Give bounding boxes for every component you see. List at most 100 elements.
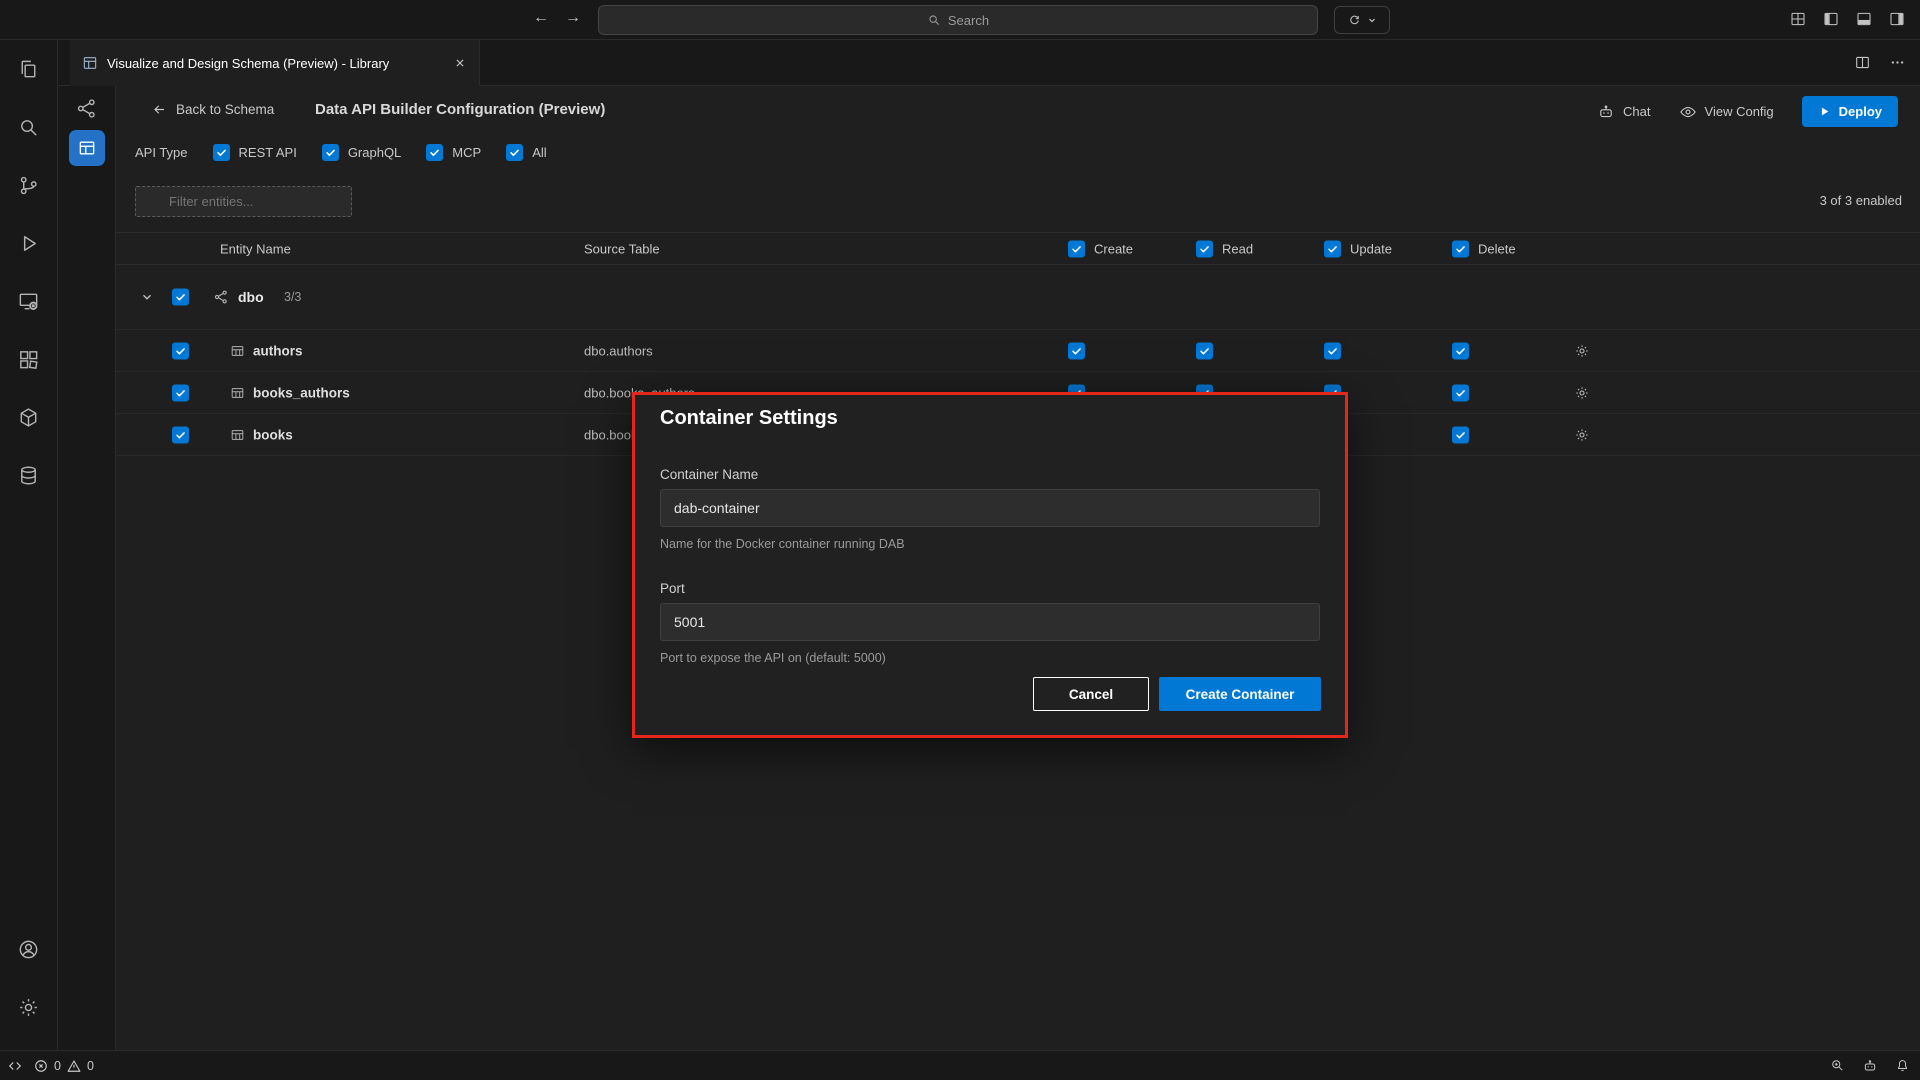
entity-settings-gear-icon[interactable]	[1574, 427, 1590, 443]
schema-icon	[213, 289, 229, 305]
warning-count: 0	[87, 1059, 94, 1073]
all-label: All	[532, 145, 546, 160]
run-debug-icon[interactable]	[6, 220, 52, 267]
zoom-icon[interactable]	[1830, 1058, 1845, 1073]
cube-icon[interactable]	[6, 394, 52, 441]
vscode-window: ← → Search Visualize and Design Schema (…	[0, 0, 1920, 1080]
filter-entities-input[interactable]	[135, 186, 352, 217]
table-design-icon	[77, 138, 97, 158]
schema-group-row[interactable]: dbo 3/3	[116, 265, 1920, 329]
panel-right-icon[interactable]	[1888, 10, 1906, 28]
api-type-row: API Type REST API GraphQL MCP All	[135, 144, 547, 161]
read-checkbox[interactable]	[1196, 342, 1213, 359]
container-name-label: Container Name	[660, 467, 758, 482]
cancel-button[interactable]: Cancel	[1033, 677, 1149, 711]
back-to-schema-link[interactable]: Back to Schema	[152, 102, 274, 117]
mcp-label: MCP	[452, 145, 481, 160]
container-name-input[interactable]	[660, 489, 1320, 527]
deploy-label: Deploy	[1839, 104, 1882, 119]
entity-settings-gear-icon[interactable]	[1574, 385, 1590, 401]
row-checkbox[interactable]	[172, 426, 189, 443]
row-checkbox[interactable]	[172, 384, 189, 401]
entity-name: books	[253, 427, 293, 442]
database-icon[interactable]	[6, 452, 52, 499]
tab-visualize-design-schema[interactable]: Visualize and Design Schema (Preview) - …	[70, 40, 480, 86]
more-actions-icon[interactable]	[1889, 54, 1906, 71]
layout-grid-icon[interactable]	[1789, 10, 1807, 28]
chat-icon	[1597, 103, 1615, 121]
column-source-table: Source Table	[584, 241, 660, 256]
update-all-checkbox[interactable]	[1324, 240, 1341, 257]
table-design-tool[interactable]	[69, 130, 105, 166]
graphql-option[interactable]: GraphQL	[322, 144, 401, 161]
create-container-button[interactable]: Create Container	[1159, 677, 1321, 711]
rest-api-option[interactable]: REST API	[213, 144, 297, 161]
view-config-button[interactable]: View Config	[1679, 103, 1774, 121]
entity-settings-gear-icon[interactable]	[1574, 343, 1590, 359]
error-count: 0	[54, 1059, 61, 1073]
dialog-title: Container Settings	[660, 407, 838, 430]
extensions-icon[interactable]	[6, 336, 52, 383]
row-checkbox[interactable]	[172, 342, 189, 359]
tab-close-icon[interactable]	[453, 56, 467, 70]
update-checkbox[interactable]	[1324, 342, 1341, 359]
delete-checkbox[interactable]	[1452, 342, 1469, 359]
page-title: Data API Builder Configuration (Preview)	[315, 101, 605, 118]
history-forward-icon[interactable]: →	[560, 9, 586, 27]
sync-dropdown-button[interactable]	[1334, 6, 1390, 34]
panel-bottom-icon[interactable]	[1855, 10, 1873, 28]
group-chevron-down-icon[interactable]	[140, 290, 154, 304]
account-icon[interactable]	[6, 926, 52, 973]
history-back-icon[interactable]: ←	[528, 9, 554, 27]
chat-status-icon[interactable]	[1862, 1058, 1878, 1074]
problems-indicator[interactable]: 0 0	[34, 1059, 94, 1073]
delete-checkbox[interactable]	[1452, 384, 1469, 401]
create-checkbox[interactable]	[1068, 342, 1085, 359]
tab-title: Visualize and Design Schema (Preview) - …	[107, 56, 389, 71]
port-input[interactable]	[660, 603, 1320, 641]
group-checkbox[interactable]	[172, 289, 189, 306]
search-icon	[927, 13, 941, 27]
entity-name: books_authors	[253, 385, 350, 400]
remote-indicator-icon[interactable]	[8, 1059, 22, 1073]
group-name: dbo	[238, 289, 264, 305]
chat-button[interactable]: Chat	[1597, 103, 1650, 121]
table-icon	[230, 385, 245, 400]
rest-api-checkbox[interactable]	[213, 144, 230, 161]
delete-column-label: Delete	[1478, 241, 1516, 256]
header-actions: Chat View Config Deploy	[1597, 96, 1898, 127]
graphql-label: GraphQL	[348, 145, 401, 160]
schema-tab-icon	[82, 55, 98, 71]
split-editor-icon[interactable]	[1854, 54, 1871, 71]
table-icon	[230, 343, 245, 358]
source-control-icon[interactable]	[6, 162, 52, 209]
graphql-checkbox[interactable]	[322, 144, 339, 161]
extension-sidebar	[58, 86, 116, 1050]
remote-explorer-icon[interactable]	[6, 278, 52, 325]
all-option[interactable]: All	[506, 144, 546, 161]
mcp-option[interactable]: MCP	[426, 144, 481, 161]
all-checkbox[interactable]	[506, 144, 523, 161]
schema-icon[interactable]	[75, 97, 98, 120]
search-icon[interactable]	[6, 104, 52, 151]
column-create: Create	[1068, 240, 1133, 257]
editor-actions	[1854, 54, 1906, 71]
deploy-button[interactable]: Deploy	[1802, 96, 1898, 127]
settings-gear-icon[interactable]	[6, 984, 52, 1031]
chevron-down-icon	[1367, 15, 1377, 25]
error-icon	[34, 1059, 48, 1073]
warning-icon	[67, 1059, 81, 1073]
delete-checkbox[interactable]	[1452, 426, 1469, 443]
create-all-checkbox[interactable]	[1068, 240, 1085, 257]
sync-icon	[1347, 13, 1362, 28]
panel-left-icon[interactable]	[1822, 10, 1840, 28]
api-type-label: API Type	[135, 145, 188, 160]
read-all-checkbox[interactable]	[1196, 240, 1213, 257]
view-config-label: View Config	[1705, 104, 1774, 119]
back-link-label: Back to Schema	[176, 102, 274, 117]
delete-all-checkbox[interactable]	[1452, 240, 1469, 257]
bell-icon[interactable]	[1895, 1058, 1910, 1073]
mcp-checkbox[interactable]	[426, 144, 443, 161]
explorer-icon[interactable]	[6, 46, 52, 93]
command-center-search[interactable]: Search	[598, 5, 1318, 35]
